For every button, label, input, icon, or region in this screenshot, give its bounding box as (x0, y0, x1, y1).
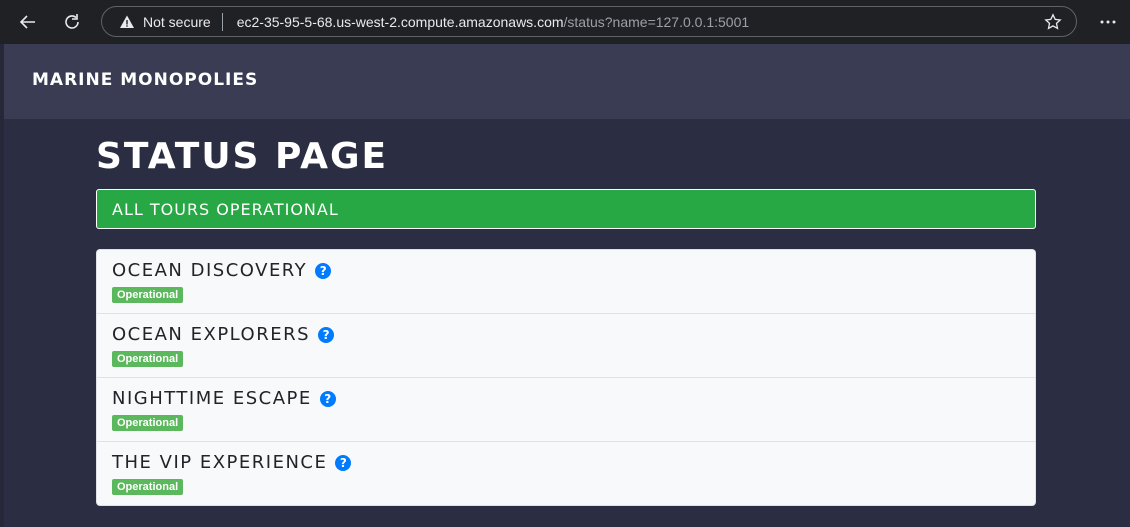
brand-name[interactable]: MARINE MONOPOLIES (32, 70, 258, 90)
site-header: MARINE MONOPOLIES (4, 44, 1130, 119)
back-icon (19, 15, 35, 29)
url-path: /status?name=127.0.0.1:5001 (563, 13, 750, 30)
reload-button[interactable] (57, 7, 87, 37)
tour-name-row: OCEAN EXPLORERS ? (112, 324, 335, 345)
help-icon[interactable]: ? (315, 262, 332, 279)
help-icon[interactable]: ? (318, 326, 335, 343)
tour-name: OCEAN DISCOVERY (112, 260, 308, 281)
tour-name-row: THE VIP EXPERIENCE ? (112, 452, 352, 473)
address-bar[interactable]: Not secure ec2-35-95-5-68.us-west-2.comp… (101, 6, 1077, 37)
help-icon[interactable]: ? (335, 454, 352, 471)
tour-name: OCEAN EXPLORERS (112, 324, 311, 345)
tour-name-row: NIGHTTIME ESCAPE ? (112, 388, 336, 409)
reload-icon (65, 14, 79, 29)
tour-name: NIGHTTIME ESCAPE (112, 388, 312, 409)
status-badge: Operational (112, 351, 184, 367)
security-status[interactable]: Not secure (143, 14, 211, 30)
url-host: ec2-35-95-5-68.us-west-2.compute.amazona… (236, 13, 564, 30)
tour-list: OCEAN DISCOVERY ? Operational OCEAN EXPL… (96, 249, 1036, 506)
status-banner: ALL TOURS OPERATIONAL (96, 189, 1036, 229)
status-badge: Operational (112, 479, 184, 495)
list-item: OCEAN DISCOVERY ? Operational (97, 250, 1035, 313)
tour-name-row: OCEAN DISCOVERY ? (112, 260, 332, 281)
list-item: NIGHTTIME ESCAPE ? Operational (97, 377, 1035, 441)
status-badge: Operational (112, 415, 184, 431)
tour-name: THE VIP EXPERIENCE (112, 452, 328, 473)
status-badge: Operational (112, 287, 184, 303)
browser-toolbar: Not secure ec2-35-95-5-68.us-west-2.comp… (0, 0, 1130, 44)
list-item: THE VIP EXPERIENCE ? Operational (97, 441, 1035, 505)
more-icon (1100, 20, 1116, 24)
address-divider (221, 12, 223, 31)
page-title: STATUS PAGE (96, 136, 389, 177)
back-button[interactable] (13, 7, 43, 37)
star-icon[interactable] (1044, 13, 1062, 31)
warning-icon (119, 14, 135, 30)
help-icon[interactable]: ? (319, 390, 336, 407)
page: MARINE MONOPOLIES STATUS PAGE ALL TOURS … (0, 44, 1130, 527)
more-button[interactable] (1093, 7, 1123, 37)
list-item: OCEAN EXPLORERS ? Operational (97, 313, 1035, 377)
